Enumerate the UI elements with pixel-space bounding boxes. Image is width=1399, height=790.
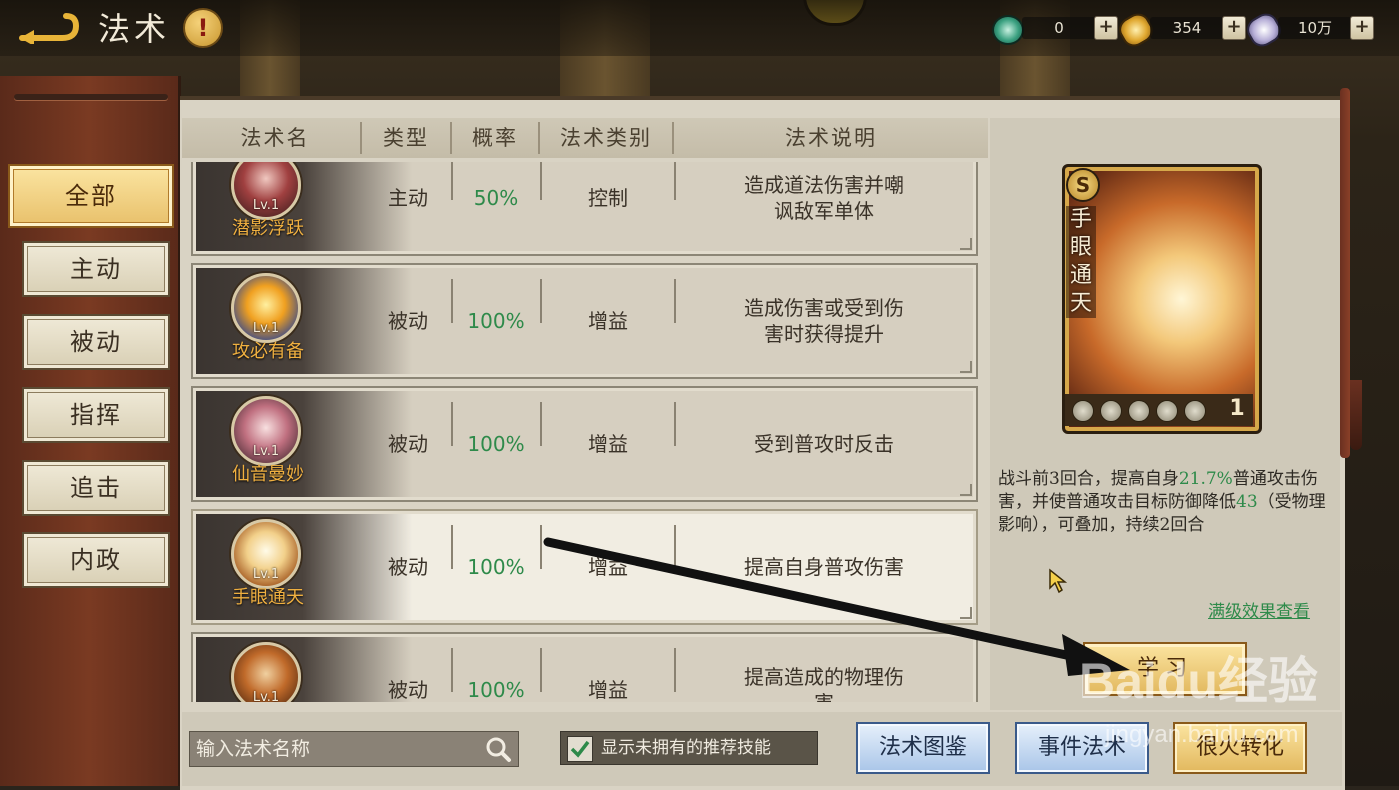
add-gold-button[interactable]: +: [1222, 16, 1246, 40]
skill-description: 提高自身普攻伤害: [744, 555, 904, 579]
row-corner-ornament: [960, 238, 972, 250]
convert-button[interactable]: 很火转化: [1173, 722, 1307, 774]
column-header-description: 法术说明: [785, 126, 877, 150]
bookmark-tassel: [1350, 380, 1362, 450]
skill-row[interactable]: Lv.1 攻必有备 被动 100% 增益 造成伤害或受到伤 害时获得提升: [191, 263, 978, 379]
currency-gold: 354 +: [1114, 9, 1246, 51]
skill-description: 造成伤害或受到伤 害时获得提升: [744, 296, 904, 346]
skill-row[interactable]: Lv.1 潜影浮跃 主动 50% 控制 造成道法伤害并嘲 讽敌军单体: [191, 162, 978, 256]
skill-type: 被动: [388, 555, 428, 579]
skill-list[interactable]: Lv.1 潜影浮跃 主动 50% 控制 造成道法伤害并嘲 讽敌军单体 Lv.1 …: [188, 162, 982, 702]
mouse-cursor-icon: [1049, 568, 1068, 594]
skill-row[interactable]: Lv.1 被动 100% 增益 提高造成的物理伤 害: [191, 632, 978, 702]
skill-type: 被动: [388, 432, 428, 456]
search-icon[interactable]: [484, 735, 512, 763]
skill-probability: 100%: [467, 309, 525, 333]
info-icon[interactable]: !: [183, 8, 223, 48]
skill-level: Lv.1: [252, 690, 280, 702]
skill-effect-text: 战斗前3回合，提高自身21.7%普通攻击伤害，并使普通攻击目标防御降低43（受物…: [998, 468, 1334, 537]
search-input[interactable]: 输入法术名称: [196, 732, 466, 766]
card-orb-icon: [1100, 400, 1122, 422]
skill-type: 被动: [388, 678, 428, 702]
category-tab-command[interactable]: 指挥: [22, 387, 170, 443]
jade-icon: [992, 15, 1024, 45]
skill-probability: 100%: [467, 555, 525, 579]
column-header-category: 法术类别: [560, 126, 652, 150]
column-header-type: 类型: [383, 126, 429, 150]
row-corner-ornament: [960, 607, 972, 619]
skill-description: 造成道法伤害并嘲 讽敌军单体: [744, 173, 904, 223]
checkbox-checked-icon[interactable]: [567, 736, 593, 762]
skill-type: 被动: [388, 309, 428, 333]
add-silver-button[interactable]: +: [1350, 16, 1374, 40]
column-header-name: 法术名: [240, 126, 310, 150]
skill-probability: 100%: [467, 678, 525, 702]
card-orb-icon: [1184, 400, 1206, 422]
skill-level: Lv.1: [252, 321, 280, 336]
currency-silver: 10万 +: [1242, 9, 1374, 51]
skill-row-selected[interactable]: Lv.1 手眼通天 被动 100% 增益 提高自身普攻伤害: [191, 509, 978, 625]
card-advance-count: 1: [1229, 396, 1245, 421]
skill-category: 增益: [588, 678, 628, 702]
skill-portrait-icon: Lv.1: [231, 273, 301, 343]
jade-count: 0: [1022, 17, 1096, 39]
column-header-probability: 概率: [472, 126, 518, 150]
scroll-rod: [14, 94, 168, 100]
skill-catalog-button[interactable]: 法术图鉴: [856, 722, 990, 774]
back-arrow-icon[interactable]: [18, 10, 80, 44]
skill-portrait-icon: Lv.1: [231, 642, 301, 702]
skill-type: 主动: [388, 186, 428, 210]
skill-probability: 100%: [467, 432, 525, 456]
card-rank-badge: S: [1066, 168, 1100, 202]
event-skill-button[interactable]: 事件法术: [1015, 722, 1149, 774]
search-box[interactable]: 输入法术名称: [189, 731, 519, 767]
skill-description: 受到普攻时反击: [754, 432, 894, 456]
skill-name: 潜影浮跃: [232, 218, 304, 239]
add-jade-button[interactable]: +: [1094, 16, 1118, 40]
skill-row[interactable]: Lv.1 仙音曼妙 被动 100% 增益 受到普攻时反击: [191, 386, 978, 502]
skill-category: 增益: [588, 432, 628, 456]
gold-count: 354: [1150, 17, 1224, 39]
skill-category: 增益: [588, 555, 628, 579]
category-tab-active[interactable]: 主动: [22, 241, 170, 297]
skill-portrait-icon: Lv.1: [231, 396, 301, 466]
category-tab-all[interactable]: 全部: [8, 164, 174, 228]
effect-value: 21.7%: [1178, 469, 1233, 489]
card-skill-name: 手眼通天: [1066, 206, 1096, 318]
skill-portrait-icon: Lv.1: [231, 519, 301, 589]
currency-jade: 0 +: [992, 15, 1118, 45]
full-effect-link[interactable]: 满级效果查看: [1208, 597, 1310, 622]
silver-count: 10万: [1278, 17, 1352, 39]
skill-level: Lv.1: [252, 444, 280, 459]
category-tab-pursuit[interactable]: 追击: [22, 460, 170, 516]
effect-text: 战斗前3回合，提高自身: [998, 469, 1179, 489]
row-corner-ornament: [960, 484, 972, 496]
category-tab-passive[interactable]: 被动: [22, 314, 170, 370]
card-orb-icon: [1128, 400, 1150, 422]
learn-button[interactable]: 学习: [1083, 642, 1247, 696]
skill-portrait-icon: Lv.1: [231, 162, 301, 220]
row-corner-ornament: [960, 361, 972, 373]
recommend-toggle[interactable]: 显示未拥有的推荐技能: [560, 731, 818, 765]
card-orb-icon: [1072, 400, 1094, 422]
category-tab-domestic[interactable]: 内政: [22, 532, 170, 588]
recommend-toggle-label: 显示未拥有的推荐技能: [601, 738, 771, 758]
effect-value: 43: [1236, 492, 1258, 512]
skill-category: 增益: [588, 309, 628, 333]
skill-description: 提高造成的物理伤 害: [744, 665, 904, 702]
skill-category: 控制: [588, 186, 628, 210]
skill-name: 手眼通天: [232, 587, 304, 608]
skill-name: 攻必有备: [232, 341, 304, 362]
page-title: 法术: [98, 10, 171, 48]
skill-name: 仙音曼妙: [232, 464, 304, 485]
skill-level: Lv.1: [252, 567, 280, 582]
skill-probability: 50%: [473, 186, 519, 210]
skill-level: Lv.1: [252, 198, 280, 213]
card-orb-icon: [1156, 400, 1178, 422]
bookmark-ribbon: [1340, 88, 1350, 458]
